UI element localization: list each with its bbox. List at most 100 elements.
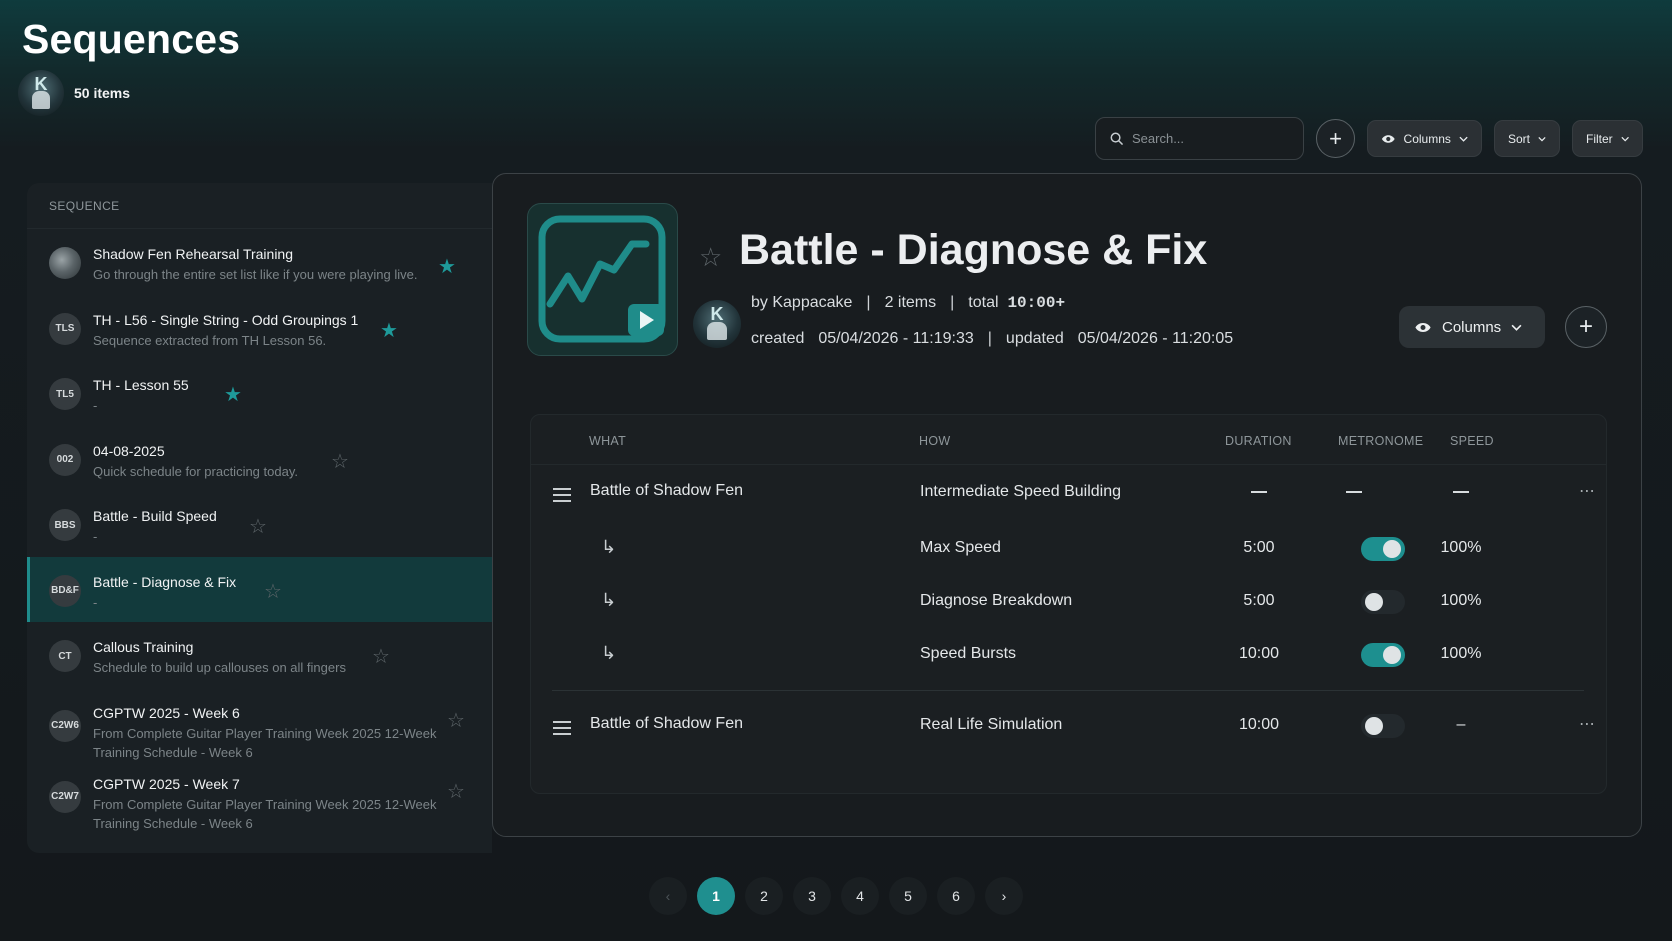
star-filled-icon[interactable]: ★: [224, 385, 242, 405]
sequence-items-table: WHAT HOW DURATION METRONOME SPEED Battle…: [530, 414, 1607, 794]
item-count: 2 items: [884, 294, 937, 311]
sequence-badge: BD&F: [49, 574, 81, 607]
star-filled-icon[interactable]: ★: [380, 321, 398, 341]
sort-button[interactable]: Sort: [1494, 120, 1560, 157]
page-button[interactable]: 1: [697, 877, 735, 915]
sequence-subtitle: -: [93, 529, 98, 544]
pagination: ‹ 1 2 3 4 5 6 ›: [649, 877, 1023, 915]
author-name[interactable]: by Kappacake: [751, 294, 852, 312]
search-input[interactable]: [1132, 131, 1282, 146]
sequence-badge: CT: [49, 640, 81, 672]
table-header: WHAT HOW DURATION METRONOME SPEED: [531, 415, 1606, 465]
plus-icon: +: [1329, 125, 1342, 151]
column-metronome[interactable]: METRONOME: [1338, 434, 1423, 448]
page-button[interactable]: 6: [937, 877, 975, 915]
column-what[interactable]: WHAT: [589, 434, 626, 448]
sequence-title: 04-08-2025: [93, 442, 165, 459]
star-outline-icon[interactable]: ☆: [699, 242, 722, 273]
eye-icon: [1381, 134, 1395, 143]
filter-button[interactable]: Filter: [1572, 120, 1643, 157]
metronome-empty: [1314, 483, 1394, 501]
chevron-left-icon: ‹: [665, 888, 671, 904]
more-options-icon[interactable]: ⋯: [1579, 714, 1596, 734]
sequence-badge: BBS: [49, 509, 81, 541]
group-divider: [552, 690, 1584, 691]
star-outline-icon[interactable]: ☆: [264, 582, 282, 602]
sequence-title: CGPTW 2025 - Week 6: [93, 704, 240, 721]
drag-handle-icon[interactable]: [553, 488, 571, 506]
page-button[interactable]: 4: [841, 877, 879, 915]
sequence-item[interactable]: TL5 TH - Lesson 55 - ★: [27, 360, 492, 426]
metronome-toggle[interactable]: [1361, 537, 1405, 561]
table-sub-row[interactable]: ↳ Speed Bursts 10:00 100%: [531, 641, 1606, 697]
sequence-subtitle: From Complete Guitar Player Training Wee…: [93, 796, 437, 831]
drag-handle-icon[interactable]: [553, 721, 571, 739]
chevron-down-icon: [1621, 136, 1629, 142]
columns-button[interactable]: Columns: [1399, 306, 1545, 348]
sequence-item[interactable]: Shadow Fen Rehearsal Training Go through…: [27, 229, 492, 295]
updated-date: 05/04/2026 - 11:20:05: [1077, 330, 1234, 347]
search-icon: [1110, 132, 1123, 145]
sequence-title: TH - L56 - Single String - Odd Groupings…: [93, 311, 359, 328]
sequence-title: Battle - Diagnose & Fix: [739, 226, 1208, 274]
sequence-subtitle: Sequence extracted from TH Lesson 56.: [93, 332, 327, 348]
star-filled-icon[interactable]: ★: [438, 257, 456, 277]
sub-item-arrow-icon: ↳: [601, 537, 617, 557]
search-box[interactable]: [1095, 117, 1304, 160]
item-count: 50 items: [74, 85, 131, 101]
metronome-toggle[interactable]: [1361, 643, 1405, 667]
progress-chart-play-icon: [538, 215, 666, 343]
author-avatar[interactable]: K: [693, 300, 741, 348]
table-row[interactable]: Battle of Shadow Fen Intermediate Speed …: [531, 477, 1606, 533]
eye-icon: [1415, 322, 1431, 332]
page-button[interactable]: 5: [889, 877, 927, 915]
add-sequence-button[interactable]: +: [1316, 119, 1355, 158]
sequence-item[interactable]: C2W7 CGPTW 2025 - Week 7 From Complete G…: [27, 759, 492, 831]
sequence-item[interactable]: BBS Battle - Build Speed - ☆: [27, 491, 492, 557]
page-title: Sequences: [22, 16, 241, 62]
table-sub-row[interactable]: ↳ Diagnose Breakdown 5:00 100%: [531, 588, 1606, 644]
previous-page-button[interactable]: ‹: [649, 877, 687, 915]
chevron-down-icon: [1511, 324, 1522, 331]
next-page-button[interactable]: ›: [985, 877, 1023, 915]
owner-row: K 50 items: [18, 70, 130, 116]
sequence-subtitle: -: [93, 594, 98, 610]
column-how[interactable]: HOW: [919, 434, 950, 448]
sequence-item[interactable]: C2W6 CGPTW 2025 - Week 6 From Complete G…: [27, 688, 492, 760]
sequence-item-selected[interactable]: BD&F Battle - Diagnose & Fix - ☆: [27, 556, 492, 622]
star-outline-icon[interactable]: ☆: [447, 711, 465, 731]
sequence-badge: TLS: [49, 312, 81, 345]
page-button[interactable]: 3: [793, 877, 831, 915]
sequence-thumbnail: [49, 247, 81, 279]
star-outline-icon[interactable]: ☆: [447, 782, 465, 802]
sequence-meta: by Kappacake | 2 items | total 10:00+: [751, 294, 1066, 312]
star-outline-icon[interactable]: ☆: [331, 452, 349, 472]
sequence-item[interactable]: CT Callous Training Schedule to build up…: [27, 622, 492, 688]
sequence-item[interactable]: TLS TH - L56 - Single String - Odd Group…: [27, 295, 492, 361]
column-duration[interactable]: DURATION: [1225, 434, 1292, 448]
sequence-item[interactable]: 002 04-08-2025 Quick schedule for practi…: [27, 426, 492, 492]
star-outline-icon[interactable]: ☆: [249, 517, 267, 537]
metronome-toggle[interactable]: [1361, 590, 1405, 614]
more-options-icon[interactable]: ⋯: [1579, 481, 1596, 501]
speed-empty: [1421, 483, 1501, 501]
add-item-button[interactable]: +: [1565, 306, 1607, 348]
chevron-right-icon: ›: [1001, 888, 1007, 904]
sub-item-arrow-icon: ↳: [601, 590, 617, 610]
table-row[interactable]: Battle of Shadow Fen Real Life Simulatio…: [531, 710, 1606, 766]
column-speed[interactable]: SPEED: [1450, 434, 1494, 448]
sequence-list: SEQUENCE Shadow Fen Rehearsal Training G…: [27, 183, 492, 853]
created-date: 05/04/2026 - 11:19:33: [818, 330, 974, 347]
page-button[interactable]: 2: [745, 877, 783, 915]
star-outline-icon[interactable]: ☆: [372, 647, 390, 667]
avatar[interactable]: K: [18, 70, 64, 116]
sequence-badge: C2W7: [49, 780, 81, 813]
sequence-subtitle: Go through the entire set list like if y…: [93, 267, 418, 282]
columns-button[interactable]: Columns: [1367, 120, 1482, 157]
metronome-toggle[interactable]: [1361, 714, 1405, 738]
sequence-detail-panel: ☆ Battle - Diagnose & Fix K by Kappacake…: [492, 173, 1642, 837]
table-sub-row[interactable]: ↳ Max Speed 5:00 100%: [531, 535, 1606, 591]
total-duration: total 10:00+: [968, 294, 1066, 312]
sequence-title: Battle - Diagnose & Fix: [93, 573, 237, 590]
sequence-badge: C2W6: [49, 709, 81, 742]
